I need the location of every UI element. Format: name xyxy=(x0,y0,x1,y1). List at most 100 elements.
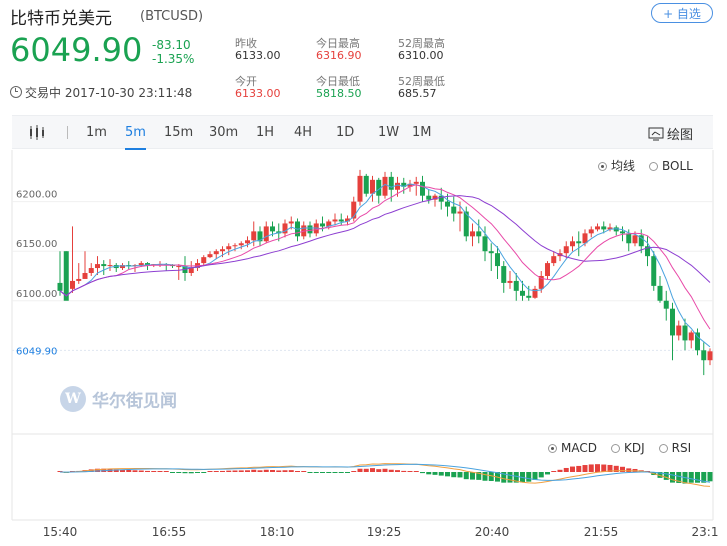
macd-bar xyxy=(695,472,700,483)
candle-body xyxy=(363,175,369,194)
macd-bar xyxy=(451,472,457,478)
ma10-line xyxy=(59,184,711,330)
macd-bar xyxy=(295,471,300,472)
macd-bar xyxy=(288,470,294,472)
price-change: -83.10 -1.35% xyxy=(152,38,194,66)
macd-bar xyxy=(151,471,157,472)
macd-bar xyxy=(213,471,219,472)
macd-bar xyxy=(195,472,200,473)
clock-icon xyxy=(10,86,22,98)
macd-bar xyxy=(207,471,213,472)
y-tick-label: 6150.00 xyxy=(16,239,57,250)
x-tick-label: 20:40 xyxy=(475,525,510,539)
timeframe-30m[interactable]: 30m xyxy=(209,125,238,140)
x-tick-label: 18:10 xyxy=(260,525,295,539)
x-tick-label: 16:55 xyxy=(152,525,187,539)
macd-bar xyxy=(163,471,169,472)
candle-body xyxy=(420,181,425,196)
macd-bar xyxy=(582,465,588,472)
timeframe-1H[interactable]: 1H xyxy=(256,125,274,140)
macd-bar xyxy=(438,472,444,476)
x-tick-label: 15:40 xyxy=(43,525,78,539)
macd-bar xyxy=(507,472,513,483)
macd-bar xyxy=(557,469,563,472)
timeframe-1m[interactable]: 1m xyxy=(86,125,107,140)
candle-body xyxy=(563,246,569,254)
candle-body xyxy=(545,263,550,276)
macd-bar xyxy=(363,468,369,472)
macd-bar xyxy=(245,470,250,472)
candle-body xyxy=(551,256,557,264)
candle-body xyxy=(213,251,219,255)
timeframe-1D[interactable]: 1D xyxy=(336,125,354,140)
candle-body xyxy=(270,226,275,232)
macd-bar xyxy=(588,464,594,472)
candle-body xyxy=(76,278,82,281)
macd-bar xyxy=(170,472,175,473)
candle-body xyxy=(588,229,594,234)
macd-bar xyxy=(201,472,207,473)
candle-body xyxy=(70,280,75,289)
candle-body xyxy=(488,251,494,254)
macd-bar xyxy=(220,470,225,472)
candle-body xyxy=(570,241,575,247)
change-percent: -1.35% xyxy=(152,52,195,66)
candle-body xyxy=(526,295,532,298)
watermark-logo-icon: W xyxy=(60,386,86,412)
add-watchlist-button[interactable]: + 自选 xyxy=(651,3,713,23)
macd-bar xyxy=(270,469,275,472)
candlestick-icon[interactable] xyxy=(28,125,46,141)
candle-body xyxy=(320,223,325,227)
macd-bar xyxy=(257,470,263,472)
macd-bar xyxy=(320,472,325,473)
macd-bar xyxy=(620,466,625,472)
candle-body xyxy=(663,300,669,309)
candle-body xyxy=(495,253,500,267)
candle-body xyxy=(307,225,313,234)
stat-value: 6133.00 xyxy=(235,49,281,62)
timeframe-15m[interactable]: 15m xyxy=(164,125,193,140)
candle-body xyxy=(138,263,144,266)
candle-body xyxy=(232,245,238,247)
macd-bar xyxy=(482,472,488,481)
macd-bar xyxy=(376,469,382,472)
candle-body xyxy=(595,226,600,230)
candle-body xyxy=(357,175,363,202)
watermark-text: 华尔街见闻 xyxy=(92,391,177,412)
y-tick-label: 6200.00 xyxy=(16,190,57,201)
chart-toolbar: 1m 5m 15m 30m 1H 4H 1D 1W 1M 绘图 xyxy=(12,115,713,150)
macd-bar xyxy=(176,472,182,473)
macd-bar xyxy=(670,472,675,483)
candle-body xyxy=(682,325,688,341)
macd-bar xyxy=(420,472,425,474)
candle-body xyxy=(107,265,113,267)
macd-bar xyxy=(426,472,432,475)
candle-body xyxy=(176,266,182,268)
timeframe-4H[interactable]: 4H xyxy=(294,125,312,140)
x-tick-label: 21:55 xyxy=(584,525,619,539)
draw-tool-button[interactable]: 绘图 xyxy=(648,124,693,143)
macd-bar xyxy=(538,472,544,478)
candle-body xyxy=(226,246,232,250)
candle-body xyxy=(701,350,707,361)
macd-bar xyxy=(551,471,557,472)
instrument-code: (BTCUSD) xyxy=(140,9,204,24)
ma20-line xyxy=(59,195,711,297)
timeframe-1W[interactable]: 1W xyxy=(378,125,399,140)
macd-bar xyxy=(138,470,144,472)
watermark: W 华尔街见闻 xyxy=(60,386,177,412)
price-chart[interactable]: 6200.00 6150.00 6100.00 6049.90 15:40 16:55 18… xyxy=(0,150,727,546)
macd-bar xyxy=(126,469,132,472)
candle-body xyxy=(507,280,513,283)
macd-bar xyxy=(413,471,419,472)
timeframe-1M[interactable]: 1M xyxy=(412,125,432,140)
candle-body xyxy=(263,226,269,242)
candle-body xyxy=(676,325,682,336)
change-value: -83.10 xyxy=(152,38,191,52)
macd-bar xyxy=(401,470,407,472)
macd-bar xyxy=(395,470,400,472)
candle-body xyxy=(288,221,294,224)
timeframe-5m[interactable]: 5m xyxy=(125,125,146,150)
candle-body xyxy=(576,241,582,244)
instrument-title: 比特币兑美元 xyxy=(10,9,112,29)
